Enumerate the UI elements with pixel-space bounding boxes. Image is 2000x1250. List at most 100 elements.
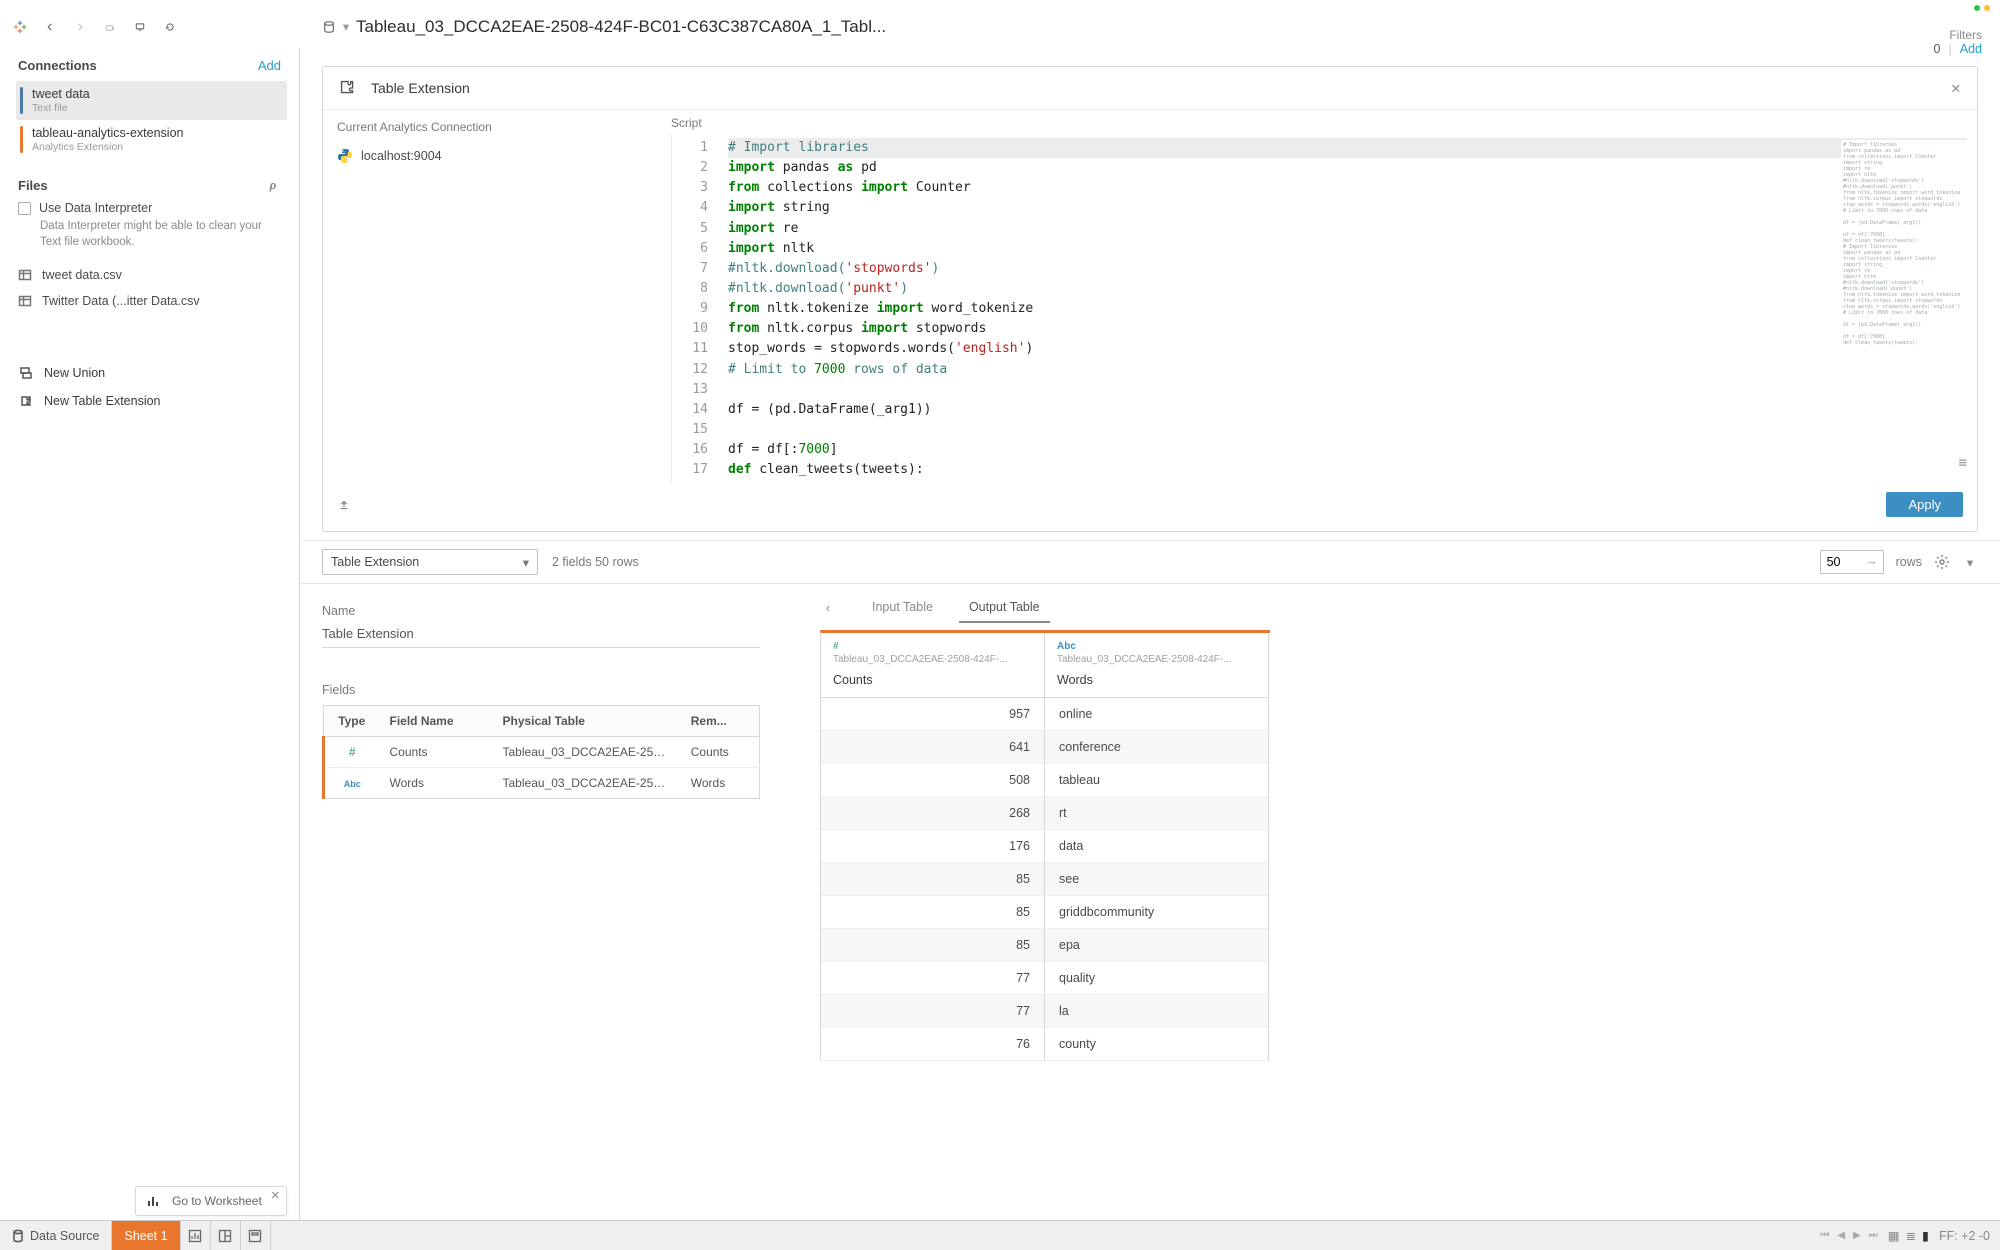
new-dashboard-button[interactable] (211, 1221, 241, 1250)
puzzle-icon (18, 393, 34, 409)
table-select-dropdown[interactable]: Table Extension ▾ (322, 549, 538, 575)
data-cell-counts[interactable]: 77 (821, 995, 1044, 1028)
chevron-down-icon[interactable]: ▾ (1962, 554, 1978, 570)
connections-add-link[interactable]: Add (258, 58, 281, 73)
back-icon[interactable]: ‹ (820, 600, 836, 616)
connections-heading: Connections (18, 58, 97, 73)
script-label: Script (671, 110, 1977, 134)
use-data-interpreter-label: Use Data Interpreter (39, 201, 152, 215)
data-cell-words[interactable]: griddbcommunity (1045, 896, 1268, 929)
table-icon (18, 267, 32, 283)
file-item[interactable]: Twitter Data (...itter Data.csv (18, 288, 281, 314)
filters-add-link[interactable]: Add (1960, 42, 1982, 56)
filmstrip-view-icon[interactable]: ▮ (1922, 1228, 1929, 1243)
filters-label: Filters (1934, 28, 1982, 42)
apply-button[interactable]: Apply (1886, 492, 1963, 517)
hint-label: Go to Worksheet (172, 1194, 262, 1208)
connection-item[interactable]: tweet dataText file (16, 81, 287, 120)
editor-menu-icon[interactable]: ≡ (1959, 453, 1967, 475)
data-cell-words[interactable]: rt (1045, 797, 1268, 830)
forward-button[interactable] (72, 19, 88, 35)
tab-input-table[interactable]: Input Table (868, 594, 937, 622)
table-extension-title: Table Extension (371, 80, 470, 96)
name-field-label: Name (322, 604, 760, 618)
data-cell-words[interactable]: tableau (1045, 764, 1268, 797)
ff-status: FF: +2 -0 (1939, 1229, 1990, 1243)
data-cell-counts[interactable]: 176 (821, 830, 1044, 863)
new-table-extension-button[interactable]: New Table Extension (18, 387, 161, 415)
analytics-connection-label: Current Analytics Connection (337, 120, 657, 134)
list-view-icon[interactable]: ≣ (1906, 1228, 1916, 1243)
table-metadata-panel: Name Fields Type Field Name Physical Tab… (300, 584, 780, 1250)
left-sidebar: Connections Add tweet dataText file tabl… (0, 48, 300, 1250)
data-cell-counts[interactable]: 85 (821, 896, 1044, 929)
column-counts[interactable]: Counts (833, 673, 1032, 687)
data-cell-counts[interactable]: 957 (821, 698, 1044, 731)
save-button[interactable] (102, 19, 118, 35)
use-data-interpreter-checkbox[interactable] (18, 202, 31, 215)
fields-row[interactable]: # Counts Tableau_03_DCCA2EAE-2508... Cou… (324, 737, 760, 768)
connection-item[interactable]: tableau-analytics-extensionAnalytics Ext… (16, 120, 287, 159)
code-editor[interactable]: 1234567891011121314151617 # Import libra… (671, 134, 1977, 484)
sheet-nav-arrows[interactable]: ⏮◀▶⏭ (1820, 1230, 1877, 1241)
data-cell-words[interactable]: data (1045, 830, 1268, 863)
database-icon (12, 1228, 24, 1244)
go-to-worksheet-hint: Go to Worksheet ✕ (135, 1186, 287, 1216)
data-cell-words[interactable]: county (1045, 1028, 1268, 1061)
fields-table: Type Field Name Physical Table Rem... # … (322, 705, 760, 799)
puzzle-icon (337, 77, 359, 99)
python-icon (337, 148, 353, 164)
data-cell-counts[interactable]: 508 (821, 764, 1044, 797)
fields-row[interactable]: Abc Words Tableau_03_DCCA2EAE-2508... Wo… (324, 768, 760, 799)
fields-heading: Fields (322, 683, 760, 697)
top-toolbar: ▾ Tableau_03_DCCA2EAE-2508-424F-BC01-C63… (0, 0, 2000, 48)
data-cell-words[interactable]: online (1045, 698, 1268, 731)
filters-count: 0 (1934, 42, 1941, 56)
table-icon (18, 293, 32, 309)
bar-chart-icon (146, 1193, 162, 1209)
output-data-table: # Tableau_03_DCCA2EAE-2508-424F-... Coun… (820, 630, 1270, 1061)
gear-icon[interactable] (1934, 554, 1950, 570)
tab-sheet-1[interactable]: Sheet 1 (112, 1221, 180, 1250)
tableau-logo-icon (12, 19, 28, 35)
new-union-button[interactable]: New Union (18, 359, 105, 387)
data-cell-counts[interactable]: 85 (821, 929, 1044, 962)
grid-view-icon[interactable]: ▦ (1888, 1228, 1900, 1243)
chevron-down-icon: ▾ (523, 555, 529, 570)
new-story-button[interactable] (241, 1221, 271, 1250)
tab-data-source[interactable]: Data Source (0, 1221, 112, 1250)
data-interpreter-help: Data Interpreter might be able to clean … (40, 219, 281, 250)
file-item[interactable]: tweet data.csv (18, 262, 281, 288)
back-button[interactable] (42, 19, 58, 35)
data-cell-counts[interactable]: 77 (821, 962, 1044, 995)
data-cell-counts[interactable]: 76 (821, 1028, 1044, 1061)
table-name-input[interactable] (322, 622, 760, 648)
workbook-title: Tableau_03_DCCA2EAE-2508-424F-BC01-C63C3… (356, 17, 886, 37)
data-cell-words[interactable]: epa (1045, 929, 1268, 962)
arrow-right-icon: → (1865, 554, 1878, 568)
data-cell-counts[interactable]: 85 (821, 863, 1044, 896)
desktop-preview-button[interactable] (132, 19, 148, 35)
export-icon[interactable] (337, 498, 351, 512)
search-icon[interactable]: ρ (265, 177, 281, 193)
data-cell-words[interactable]: quality (1045, 962, 1268, 995)
sheet-tabstrip: Data Source Sheet 1 ⏮◀▶⏭ ▦ ≣ ▮ FF: +2 -0 (0, 1220, 2000, 1250)
close-icon[interactable]: ✕ (271, 1189, 280, 1202)
caret-down-icon[interactable]: ▾ (342, 19, 350, 35)
table-summary: 2 fields 50 rows (552, 555, 639, 569)
refresh-button[interactable] (162, 19, 178, 35)
data-cell-words[interactable]: see (1045, 863, 1268, 896)
union-icon (18, 365, 34, 381)
code-minimap[interactable]: # Import librariesimport pandas as pdfro… (1841, 140, 1971, 300)
table-extension-card: Table Extension ✕ Current Analytics Conn… (322, 66, 1978, 532)
new-worksheet-button[interactable] (181, 1221, 211, 1250)
data-cell-words[interactable]: conference (1045, 731, 1268, 764)
data-cell-counts[interactable]: 268 (821, 797, 1044, 830)
column-words[interactable]: Words (1057, 673, 1256, 687)
table-control-bar: Table Extension ▾ 2 fields 50 rows → row… (300, 540, 2000, 584)
files-heading: Files (18, 178, 48, 193)
close-icon[interactable]: ✕ (1951, 81, 1961, 96)
data-cell-counts[interactable]: 641 (821, 731, 1044, 764)
data-cell-words[interactable]: la (1045, 995, 1268, 1028)
tab-output-table[interactable]: Output Table (965, 594, 1044, 622)
